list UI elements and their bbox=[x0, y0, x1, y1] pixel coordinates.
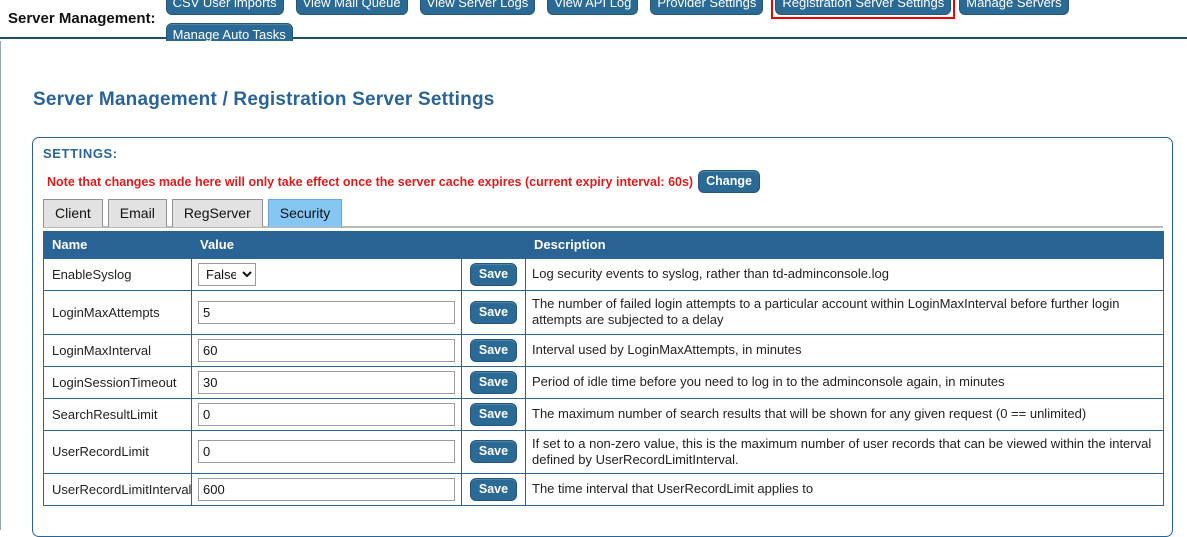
table-header-row: Name Value Description bbox=[43, 231, 1164, 259]
toolbar-label: Server Management: bbox=[8, 10, 156, 27]
setting-save-cell: Save bbox=[461, 333, 526, 367]
setting-save-cell: Save bbox=[461, 290, 526, 335]
setting-name: EnableSyslog bbox=[43, 258, 192, 291]
toolbar-button-wrapper-6: Manage Servers bbox=[955, 0, 1076, 19]
toolbar-button-manage-servers[interactable]: Manage Servers bbox=[959, 0, 1069, 15]
settings-table-head: Name Value Description bbox=[43, 231, 1164, 259]
setting-description: Interval used by LoginMaxAttempts, in mi… bbox=[525, 333, 1164, 367]
toolbar-button-registration-server-settings[interactable]: Registration Server Settings bbox=[775, 0, 952, 15]
setting-value-cell bbox=[191, 365, 462, 399]
setting-name: LoginSessionTimeout bbox=[43, 365, 192, 399]
setting-value-cell bbox=[191, 473, 462, 506]
toolbar-button-view-api-log[interactable]: View API Log bbox=[547, 0, 639, 15]
server-management-toolbar: Server Management: CSV User imports View … bbox=[0, 0, 1187, 47]
tab-email[interactable]: Email bbox=[107, 199, 167, 227]
setting-input-userrecordlimitinterval[interactable] bbox=[198, 478, 455, 501]
save-button[interactable]: Save bbox=[469, 478, 518, 501]
setting-description: If set to a non-zero value, this is the … bbox=[525, 429, 1164, 474]
settings-table: Name Value Description EnableSyslog False… bbox=[43, 231, 1164, 506]
setting-value-cell bbox=[191, 397, 462, 431]
page-body: Server Management / Registration Server … bbox=[0, 41, 1187, 537]
setting-input-loginmaxinterval[interactable] bbox=[198, 338, 455, 362]
save-button[interactable]: Save bbox=[469, 263, 518, 286]
save-button[interactable]: Save bbox=[469, 402, 518, 426]
column-header-value: Value bbox=[191, 231, 462, 259]
toolbar-button-wrapper-5: Registration Server Settings bbox=[771, 0, 956, 19]
settings-table-body: EnableSyslog FalseTrue Save Log security ev… bbox=[43, 258, 1164, 506]
setting-value-cell bbox=[191, 429, 462, 474]
settings-table-wrapper: Name Value Description EnableSyslog False… bbox=[43, 231, 1164, 506]
setting-name: UserRecordLimitInterval bbox=[43, 473, 192, 506]
table-row: UserRecordLimit Save If set to a non-zero … bbox=[43, 429, 1164, 474]
setting-input-loginsessiontimeout[interactable] bbox=[198, 370, 455, 394]
settings-panel: SETTINGS: Note that changes made here wi… bbox=[32, 137, 1173, 537]
toolbar-button-wrapper-3: View API Log bbox=[543, 0, 646, 19]
toolbar-button-view-server-logs[interactable]: View Server Logs bbox=[419, 0, 536, 15]
setting-select-enablesyslog[interactable]: FalseTrue bbox=[198, 263, 256, 286]
table-row: LoginSessionTimeout Save Period of idle ti… bbox=[43, 365, 1164, 399]
toolbar-button-wrapper-1: View Mail Queue bbox=[292, 0, 416, 19]
setting-description: The maximum number of search results tha… bbox=[525, 397, 1164, 431]
cache-expiry-note: Note that changes made here will only ta… bbox=[47, 174, 694, 189]
setting-value-cell bbox=[191, 333, 462, 367]
setting-name: LoginMaxInterval bbox=[43, 333, 192, 367]
setting-description: Period of idle time before you need to l… bbox=[525, 365, 1164, 399]
setting-save-cell: Save bbox=[461, 397, 526, 431]
setting-save-cell: Save bbox=[461, 365, 526, 399]
setting-save-cell: Save bbox=[461, 258, 526, 291]
cache-expiry-note-row: Note that changes made here will only ta… bbox=[47, 170, 760, 193]
settings-heading: SETTINGS: bbox=[43, 146, 118, 161]
setting-description: Log security events to syslog, rather th… bbox=[525, 258, 1164, 291]
setting-value-cell: FalseTrue bbox=[191, 258, 462, 291]
setting-name: SearchResultLimit bbox=[43, 397, 192, 431]
table-row: UserRecordLimitInterval Save The time inte… bbox=[43, 473, 1164, 506]
table-row: SearchResultLimit Save The maximum number … bbox=[43, 397, 1164, 431]
save-button[interactable]: Save bbox=[469, 300, 518, 324]
toolbar-button-wrapper-0: CSV User imports bbox=[162, 0, 292, 19]
setting-description: The time interval that UserRecordLimit a… bbox=[525, 473, 1164, 506]
setting-name: LoginMaxAttempts bbox=[43, 290, 192, 335]
setting-input-searchresultlimit[interactable] bbox=[198, 402, 455, 426]
toolbar-button-view-mail-queue[interactable]: View Mail Queue bbox=[295, 0, 408, 15]
table-row: LoginMaxInterval Save Interval used by Log… bbox=[43, 333, 1164, 367]
setting-input-loginmaxattempts[interactable] bbox=[198, 300, 455, 324]
save-button[interactable]: Save bbox=[469, 440, 518, 464]
setting-save-cell: Save bbox=[461, 429, 526, 474]
column-header-action bbox=[461, 231, 526, 259]
settings-tabs: Client Email RegServer Security bbox=[43, 197, 1163, 228]
tab-regserver[interactable]: RegServer bbox=[171, 199, 263, 227]
toolbar-button-wrapper-2: View Server Logs bbox=[416, 0, 544, 19]
save-button[interactable]: Save bbox=[469, 338, 518, 362]
save-button[interactable]: Save bbox=[469, 370, 518, 394]
table-row: LoginMaxAttempts Save The number of failed… bbox=[43, 290, 1164, 335]
toolbar-button-csv-user-imports[interactable]: CSV User imports bbox=[165, 0, 284, 15]
tab-security[interactable]: Security bbox=[267, 199, 343, 227]
change-expiry-button[interactable]: Change bbox=[698, 170, 760, 193]
column-header-description: Description bbox=[525, 231, 1164, 259]
table-row: EnableSyslog FalseTrue Save Log security ev… bbox=[43, 258, 1164, 291]
toolbar-button-wrapper-4: Provider Settings bbox=[646, 0, 771, 19]
column-header-name: Name bbox=[43, 231, 192, 259]
setting-value-cell bbox=[191, 290, 462, 335]
setting-save-cell: Save bbox=[461, 473, 526, 506]
setting-description: The number of failed login attempts to a… bbox=[525, 290, 1164, 335]
setting-input-userrecordlimit[interactable] bbox=[198, 440, 455, 464]
tab-client[interactable]: Client bbox=[43, 199, 103, 227]
page-title: Server Management / Registration Server … bbox=[33, 89, 495, 110]
setting-name: UserRecordLimit bbox=[43, 429, 192, 474]
toolbar-button-provider-settings[interactable]: Provider Settings bbox=[650, 0, 764, 15]
